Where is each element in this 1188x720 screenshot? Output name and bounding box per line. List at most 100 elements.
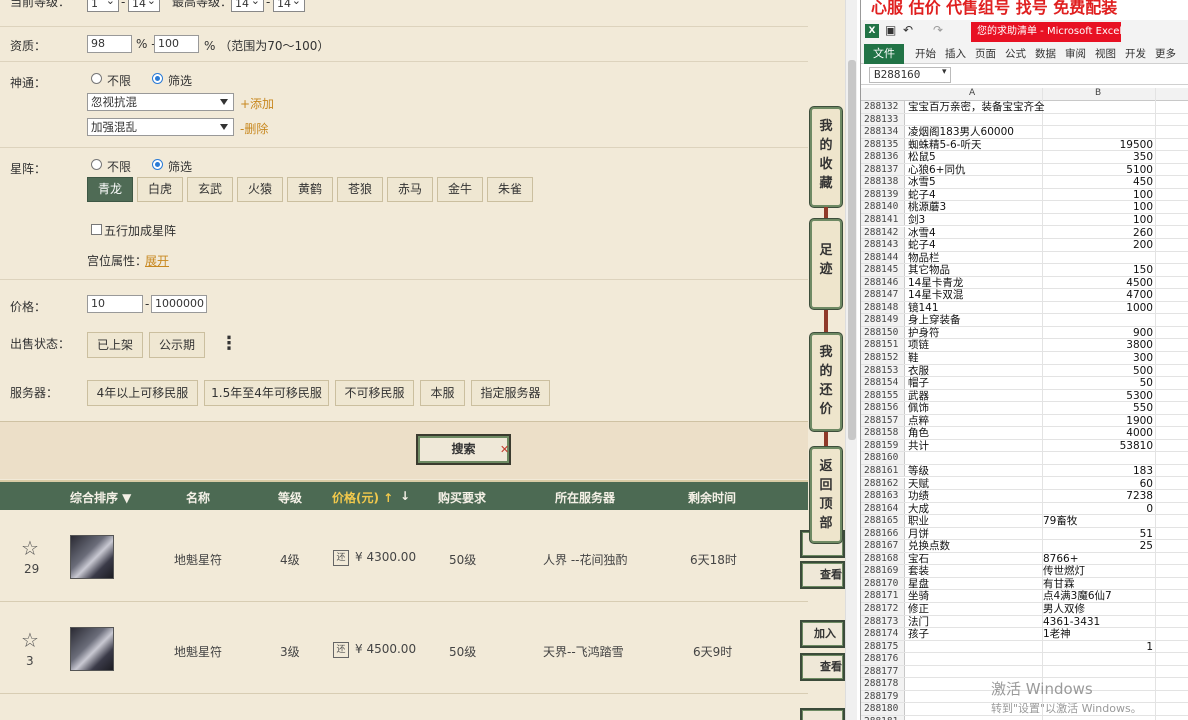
ribbon-tab-insert[interactable]: 插入 — [945, 46, 966, 61]
chip-huanghe[interactable]: 黄鹤 — [287, 177, 333, 202]
cell-b[interactable]: 4000 — [1043, 427, 1153, 440]
row-number[interactable]: 288150 — [861, 326, 905, 339]
nav-back-to-top[interactable]: 返回顶部 — [810, 447, 842, 543]
ribbon-tab-data[interactable]: 数据 — [1035, 46, 1056, 61]
table-row[interactable]: ☆ 29 地魁星符 4级 还 ¥ 4300.00 50级 人界 --花间独酌 6… — [0, 512, 808, 602]
aptitude-min-input[interactable]: 98 — [87, 35, 132, 53]
cell-a[interactable]: 14星卡青龙 — [908, 277, 1042, 290]
cell-b[interactable]: 1000 — [1043, 302, 1153, 315]
sheet-row[interactable]: 288139 蛇子4 100 — [861, 188, 1188, 202]
row-number[interactable]: 288173 — [861, 615, 905, 628]
row-number[interactable]: 288153 — [861, 364, 905, 377]
sheet-row[interactable]: 288151 项链 3800 — [861, 339, 1188, 352]
cell-b[interactable]: 183 — [1043, 465, 1153, 478]
row-number[interactable]: 288148 — [861, 301, 905, 314]
row-number[interactable]: 288154 — [861, 377, 905, 389]
sheet-row[interactable]: 288137 心狼6+同仇 5100 — [861, 163, 1188, 177]
sheet-row[interactable]: 288140 桃源蘑3 100 — [861, 201, 1188, 214]
price-max-input[interactable]: 1000000 — [151, 295, 207, 313]
cell-a[interactable]: 蛇子4 — [908, 239, 1042, 252]
sheet-row[interactable]: 288142 冰雪4 260 — [861, 226, 1188, 240]
row-number[interactable]: 288138 — [861, 176, 905, 188]
cell-a[interactable]: 天赋 — [908, 478, 1042, 491]
nav-my-favorites[interactable]: 我的收藏 — [810, 107, 842, 207]
add-shentong-link[interactable]: +添加 — [240, 95, 274, 112]
table-row[interactable]: ☆ 3 地魁星符 3级 还 ¥ 4500.00 50级 天界--飞鸿踏雪 6天9… — [0, 604, 808, 694]
row-number[interactable]: 288136 — [861, 151, 905, 163]
shentong-select-1[interactable]: 忽视抗混 — [87, 93, 234, 111]
server-option-specific[interactable]: 指定服务器 — [471, 380, 550, 406]
cell-a[interactable]: 鞋 — [908, 352, 1042, 365]
sheet-row[interactable]: 288164 大成 0 — [861, 502, 1188, 516]
level-min-select-b[interactable]: 14 — [128, 0, 160, 12]
cell-a[interactable]: 等级 — [908, 465, 1042, 478]
redo-icon[interactable]: ↷ — [933, 23, 943, 37]
row-number[interactable]: 288175 — [861, 640, 905, 653]
row-number[interactable]: 288151 — [861, 339, 905, 351]
column-a-header[interactable]: A — [969, 88, 975, 98]
sheet-row[interactable]: 288143 蛇子4 200 — [861, 239, 1188, 252]
sheet-row[interactable]: 288141 剑3 100 — [861, 213, 1188, 227]
level-max-select-a[interactable]: 14 — [231, 0, 264, 12]
row-number[interactable]: 288152 — [861, 352, 905, 364]
row-number[interactable]: 288177 — [861, 665, 905, 678]
row-number[interactable]: 288170 — [861, 577, 905, 590]
sheet-row[interactable]: 288170 星盘 有甘霖 — [861, 577, 1188, 591]
cell-a[interactable]: 身上穿装备 — [908, 314, 1042, 327]
sheet-row[interactable]: 288161 等级 183 — [861, 464, 1188, 478]
cell-b[interactable]: 1老神 — [1043, 628, 1153, 641]
ribbon-tab-review[interactable]: 审阅 — [1065, 46, 1086, 61]
cell-a[interactable]: 护身符 — [908, 327, 1042, 340]
sheet-row[interactable]: 288163 功绩 7238 — [861, 490, 1188, 503]
column-b-header[interactable]: B — [1095, 88, 1101, 98]
cell-b[interactable]: 1900 — [1043, 415, 1153, 428]
row-number[interactable]: 288165 — [861, 515, 905, 527]
cell-a[interactable]: 兑换点数 — [908, 540, 1042, 553]
sheet-row[interactable]: 288135 蜘蛛精5-6-听天 19500 — [861, 138, 1188, 152]
chip-huoyuan[interactable]: 火猿 — [237, 177, 283, 202]
page-scrollbar[interactable] — [845, 0, 857, 720]
sheet-row[interactable]: 288173 法门 4361-3431 — [861, 615, 1188, 629]
sheet-row[interactable]: 288157 点粹 1900 — [861, 414, 1188, 428]
chip-qinglong[interactable]: 青龙 — [87, 177, 133, 202]
sheet-row[interactable]: 288136 松鼠5 350 — [861, 151, 1188, 164]
cell-b[interactable]: 传世燃灯 — [1043, 565, 1153, 578]
sheet-row[interactable]: 288165 职业 79畜牧 — [861, 515, 1188, 528]
cell-a[interactable]: 月饼 — [908, 528, 1042, 541]
ribbon-tab-view[interactable]: 视图 — [1095, 46, 1116, 61]
wuxing-checkbox[interactable] — [91, 224, 102, 235]
row-number[interactable]: 288161 — [861, 464, 905, 477]
cell-b[interactable]: 100 — [1043, 214, 1153, 227]
item-thumbnail[interactable] — [70, 627, 114, 671]
row-number[interactable]: 288144 — [861, 251, 905, 264]
row-number[interactable]: 288158 — [861, 427, 905, 439]
cell-a[interactable]: 坐骑 — [908, 590, 1042, 603]
row-number[interactable]: 288139 — [861, 188, 905, 201]
cell-a[interactable]: 物品栏 — [908, 252, 1042, 265]
sheet-row[interactable]: 288175 1 — [861, 640, 1188, 654]
cell-a[interactable]: 蛇子4 — [908, 189, 1042, 202]
cell-a[interactable]: 帽子 — [908, 377, 1042, 390]
sheet-row[interactable]: 288153 衣服 500 — [861, 364, 1188, 378]
price-header[interactable]: 价格(元) ↑ — [332, 489, 393, 506]
shentong-filter-radio[interactable] — [152, 73, 163, 84]
sheet-row[interactable]: 288152 鞋 300 — [861, 352, 1188, 365]
cell-a[interactable]: 冰雪5 — [908, 176, 1042, 189]
row-number[interactable]: 288168 — [861, 552, 905, 565]
row-number[interactable]: 288159 — [861, 439, 905, 452]
price-sort-desc-icon[interactable]: ↓ — [400, 489, 410, 503]
sheet-row[interactable]: 288133 — [861, 113, 1188, 127]
more-icon[interactable]: ⋮ — [220, 333, 238, 354]
cell-b[interactable]: 19500 — [1043, 139, 1153, 152]
row-number[interactable]: 288146 — [861, 276, 905, 289]
sheet-row[interactable]: 288138 冰雪5 450 — [861, 176, 1188, 189]
cell-b[interactable]: 点4满3魔6仙7 — [1043, 590, 1153, 603]
row-number[interactable]: 288141 — [861, 213, 905, 226]
name-box[interactable]: B288160 — [869, 67, 951, 83]
sheet-row[interactable]: 288172 修正 男人双修 — [861, 603, 1188, 616]
server-option-this[interactable]: 本服 — [420, 380, 465, 406]
row-number[interactable]: 288163 — [861, 490, 905, 502]
sheet-row[interactable]: 288155 武器 5300 — [861, 389, 1188, 403]
chip-baihu[interactable]: 白虎 — [137, 177, 183, 202]
favorite-star-icon[interactable]: ☆ — [21, 536, 39, 560]
